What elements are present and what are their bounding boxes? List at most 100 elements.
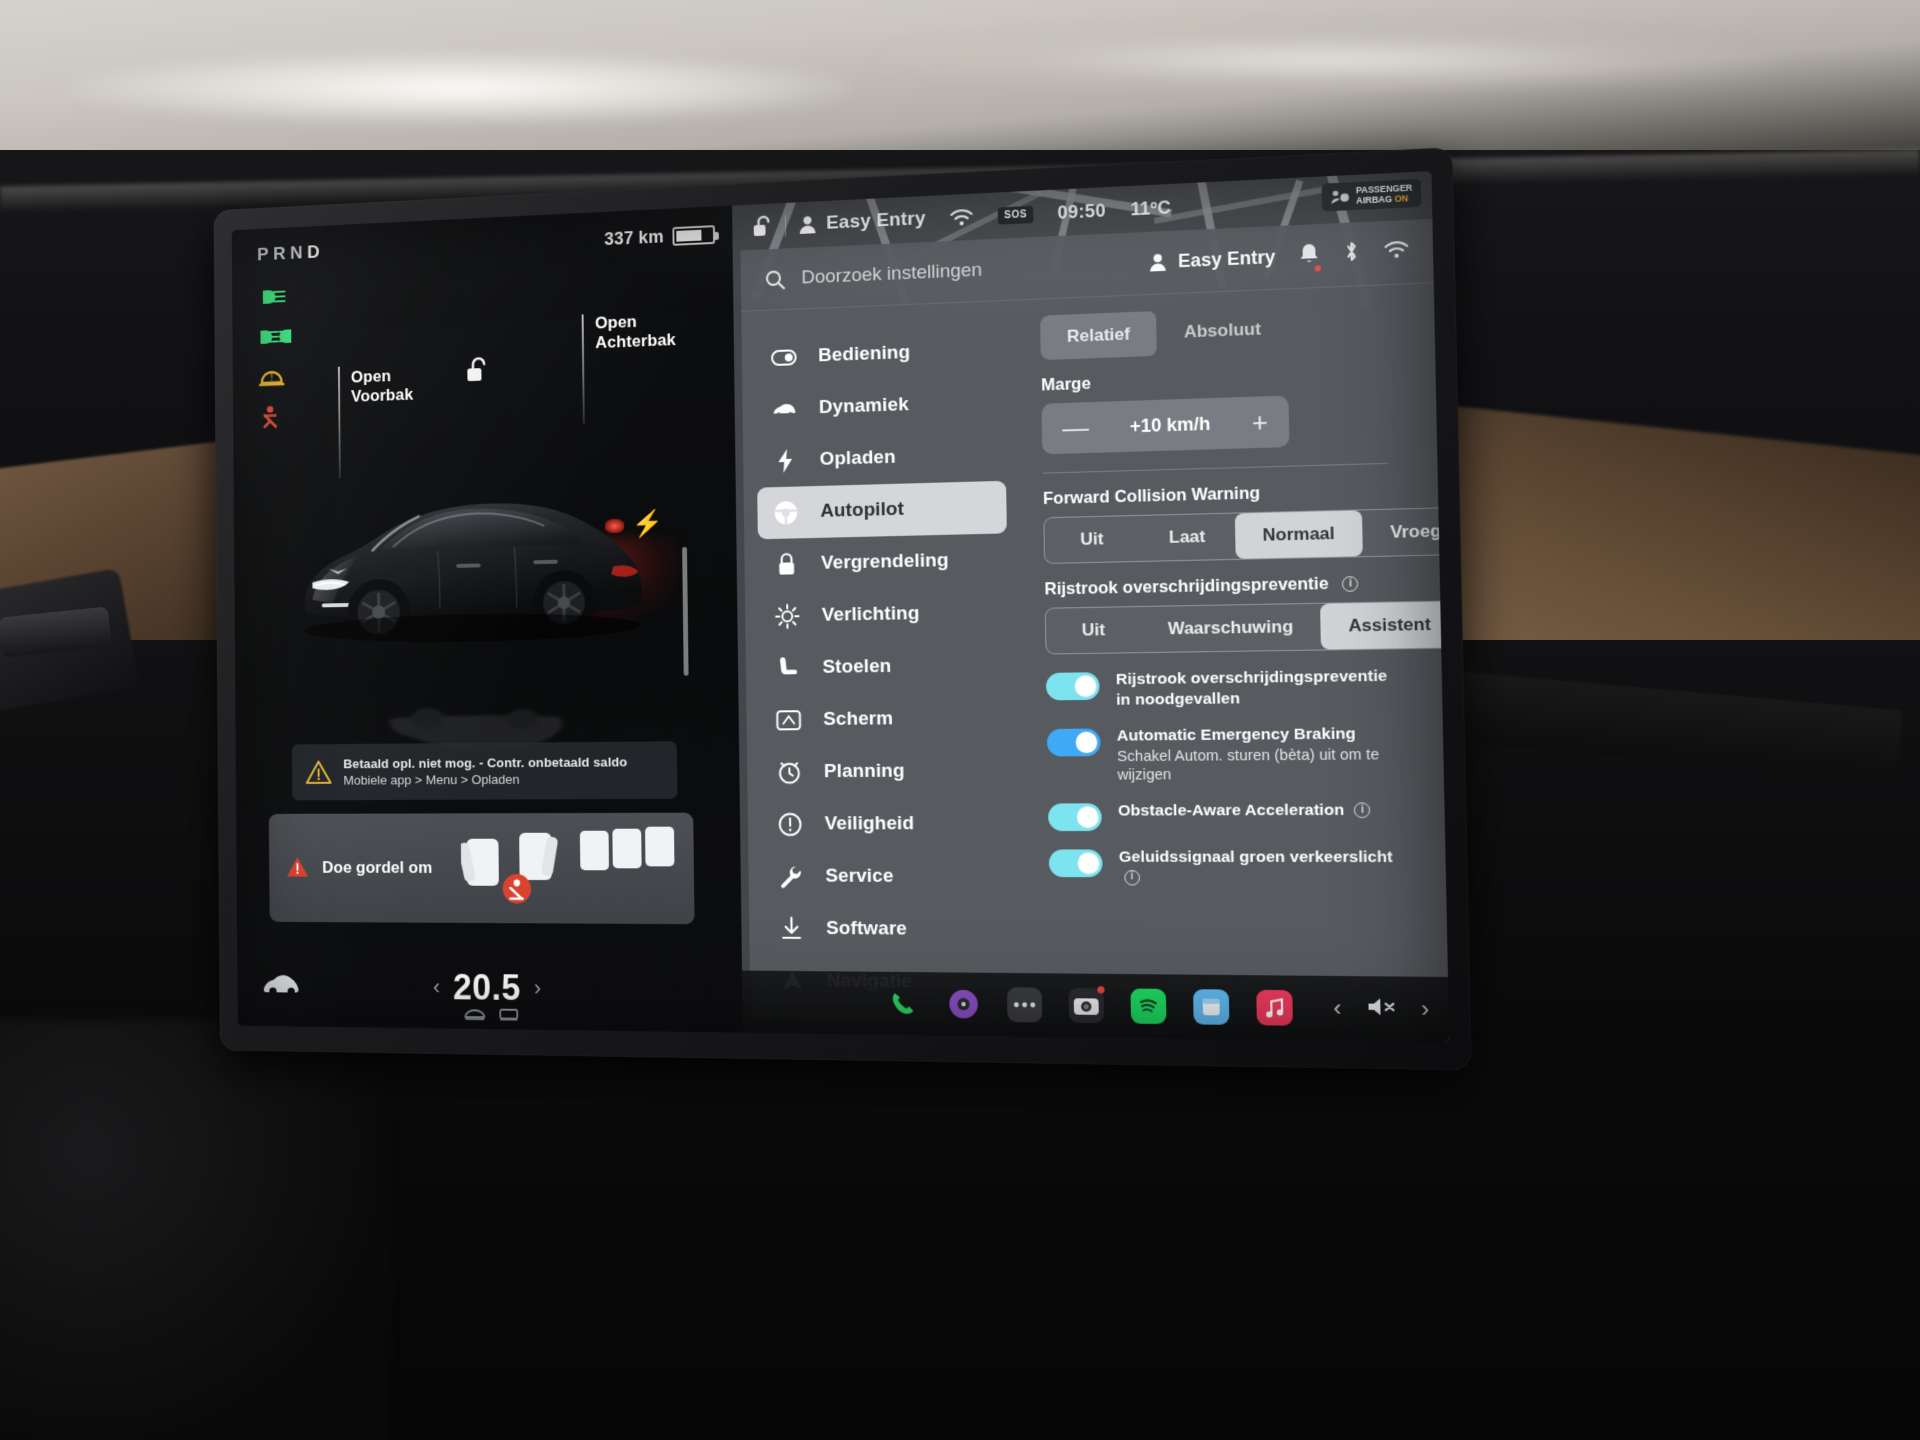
emergency-lane-departure-toggle[interactable] — [1045, 672, 1100, 701]
gear-n: N — [289, 242, 308, 264]
toggle-row-automatic-emergency-braking[interactable]: Automatic Emergency Braking Schakel Auto… — [1046, 724, 1395, 785]
sidebar-item-bediening[interactable]: Bediening — [755, 323, 1004, 384]
phone-icon[interactable] — [886, 986, 921, 1021]
panel-scroll-indicator[interactable] — [682, 546, 689, 676]
sidebar-item-autopilot[interactable]: Autopilot — [757, 480, 1007, 540]
driver-profile-chip[interactable]: Easy Entry — [786, 195, 938, 248]
margin-increase-button[interactable]: + — [1252, 406, 1269, 438]
fcw-segmented-control[interactable]: Uit Laat Normaal Vroeg — [1043, 506, 1450, 565]
ceiling-light-glow-secondary — [880, 30, 1780, 90]
toggle-row-emergency-lane-departure[interactable]: Rijstrook overschrijdingspreventie in no… — [1045, 666, 1393, 710]
sos-button[interactable]: SOS — [986, 190, 1046, 239]
settings-search-placeholder: Doorzoek instellingen — [801, 259, 983, 288]
sidebar-item-stoelen[interactable]: Stoelen — [759, 639, 1009, 695]
temperature-control[interactable]: ‹ 20.5 › — [433, 967, 541, 1009]
lock-status[interactable] — [740, 203, 785, 251]
callout-open-rear-trunk[interactable]: Open Achterbak — [595, 311, 676, 354]
speed-mode-segmented-control[interactable]: Relatief Absoluut — [1040, 306, 1289, 361]
seat-icon — [775, 655, 801, 681]
green-light-chime-toggle[interactable] — [1048, 849, 1103, 878]
wifi-button[interactable] — [1383, 239, 1409, 266]
margin-label: Marge — [1041, 374, 1092, 395]
sidebar-item-label: Software — [826, 917, 908, 940]
app-dock: ‹ › — [741, 970, 1450, 1043]
battery-icon — [672, 224, 716, 246]
lane-departure-segmented-control[interactable]: Uit Waarschuwing Assistent — [1044, 600, 1450, 655]
lane-departure-option-waarschuwing[interactable]: Waarschuwing — [1140, 604, 1321, 652]
toggle-row-obstacle-aware-acceleration[interactable]: Obstacle-Aware Acceleration i — [1047, 800, 1395, 832]
automatic-emergency-braking-toggle[interactable] — [1046, 728, 1101, 757]
more-icon[interactable] — [1006, 987, 1043, 1023]
sidebar-item-label: Service — [825, 865, 894, 887]
obstacle-aware-acceleration-toggle[interactable] — [1047, 803, 1102, 832]
download-icon — [779, 916, 805, 942]
dock-next-button[interactable]: › — [1421, 996, 1430, 1024]
info-icon[interactable]: i — [1354, 802, 1371, 819]
sidebar-item-vergrendeling[interactable]: Vergrendeling — [758, 533, 1008, 591]
green-light-chime-label: Geluidssignaal groen verkeerslicht — [1118, 848, 1393, 867]
model3-render[interactable] — [284, 449, 660, 686]
seatbelt-alert-card[interactable]: Doe gordel om — [268, 812, 695, 925]
unlock-icon[interactable] — [463, 353, 491, 387]
warning-triangle-icon — [305, 759, 333, 786]
sos-label: SOS — [997, 205, 1034, 225]
seat-heater-row[interactable] — [463, 1005, 522, 1021]
lane-departure-option-uit[interactable]: Uit — [1046, 607, 1141, 653]
sidebar-item-opladen[interactable]: Opladen — [757, 428, 1007, 487]
margin-stepper[interactable]: — +10 km/h + — [1041, 395, 1290, 455]
clock: 09:50 — [1045, 187, 1118, 237]
info-icon[interactable]: i — [1342, 576, 1359, 592]
music-icon[interactable] — [1256, 989, 1293, 1026]
temp-increase-button[interactable]: › — [534, 976, 541, 1002]
fcw-option-laat[interactable]: Laat — [1139, 514, 1236, 561]
spotify-icon[interactable] — [1130, 988, 1167, 1025]
camera-icon[interactable] — [1068, 986, 1105, 1024]
sidebar-item-veiligheid[interactable]: Veiligheid — [761, 797, 1012, 850]
vehicle-visualization[interactable]: Open Voorbak Open Achterbak ⚡ — [232, 300, 741, 896]
lane-departure-option-assistent[interactable]: Assistent — [1320, 601, 1450, 650]
toggle-row-green-light-chime[interactable]: Geluidssignaal groen verkeerslicht i — [1048, 847, 1397, 888]
sidebar-item-scherm[interactable]: Scherm — [760, 692, 1010, 747]
car-controls-button[interactable] — [261, 970, 301, 1000]
notifications-button[interactable] — [1298, 242, 1320, 271]
fcw-option-normaal[interactable]: Normaal — [1234, 510, 1363, 559]
sidebar-item-label: Dynamiek — [818, 394, 909, 419]
sidebar-item-software[interactable]: Software — [763, 903, 1014, 957]
sidebar-item-verlichting[interactable]: Verlichting — [759, 586, 1009, 643]
lane-departure-label: Rijstrook overschrijdingspreventie — [1044, 574, 1329, 599]
sidebar-item-service[interactable]: Service — [762, 850, 1013, 903]
browser-icon[interactable] — [1193, 989, 1230, 1025]
charge-port-indicator — [604, 518, 625, 534]
seatbelt-warning-triangle-icon — [286, 857, 309, 877]
charging-alert-card[interactable]: Betaald opl. niet mog. - Contr. onbetaal… — [291, 741, 678, 801]
bluetooth-button[interactable] — [1343, 239, 1361, 270]
info-icon[interactable]: i — [1124, 870, 1141, 886]
settings-panel: Doorzoek instellingen Easy Entry Bedieni… — [740, 218, 1450, 1043]
tesla-touchscreen[interactable]: PRND 337 km ! Open Voorbak Open Achterba… — [231, 171, 1450, 1043]
temp-decrease-button[interactable]: ‹ — [433, 975, 440, 1001]
lane-departure-label-row: Rijstrook overschrijdingspreventie i — [1044, 573, 1390, 599]
mute-icon[interactable] — [1365, 995, 1398, 1024]
speed-mode-option-absoluut[interactable]: Absoluut — [1157, 306, 1289, 356]
seat-heater-left-icon[interactable] — [463, 1005, 488, 1021]
seat-heater-right-icon[interactable] — [496, 1006, 521, 1022]
wifi-status[interactable] — [937, 193, 986, 241]
sidebar-item-planning[interactable]: Planning — [761, 745, 1011, 799]
callout-line-rear — [581, 314, 585, 424]
dock-prev-button[interactable]: ‹ — [1333, 995, 1341, 1022]
wifi-icon — [950, 207, 974, 226]
emergency-lane-departure-label: Rijstrook overschrijdingspreventie in no… — [1115, 667, 1388, 709]
media-icon[interactable] — [946, 987, 981, 1022]
callout-open-front-trunk[interactable]: Open Voorbak — [351, 366, 413, 407]
sidebar-item-label: Autopilot — [820, 498, 905, 522]
settings-profile-chip[interactable]: Easy Entry — [1148, 247, 1276, 274]
fcw-option-uit[interactable]: Uit — [1044, 516, 1139, 563]
touchscreen-assembly: PRND 337 km ! Open Voorbak Open Achterba… — [213, 147, 1472, 1071]
margin-decrease-button[interactable]: — — [1062, 412, 1089, 444]
fcw-option-vroeg[interactable]: Vroeg — [1362, 508, 1449, 556]
green-light-chime-text: Geluidssignaal groen verkeerslicht i — [1119, 847, 1397, 888]
sidebar-item-dynamiek[interactable]: Dynamiek — [756, 376, 1005, 436]
settings-nav: Bediening Dynamiek Opladen Autopilot Ver… — [741, 300, 1029, 1036]
settings-search[interactable]: Doorzoek instellingen — [764, 252, 1132, 290]
speed-mode-option-relatief[interactable]: Relatief — [1040, 311, 1158, 361]
